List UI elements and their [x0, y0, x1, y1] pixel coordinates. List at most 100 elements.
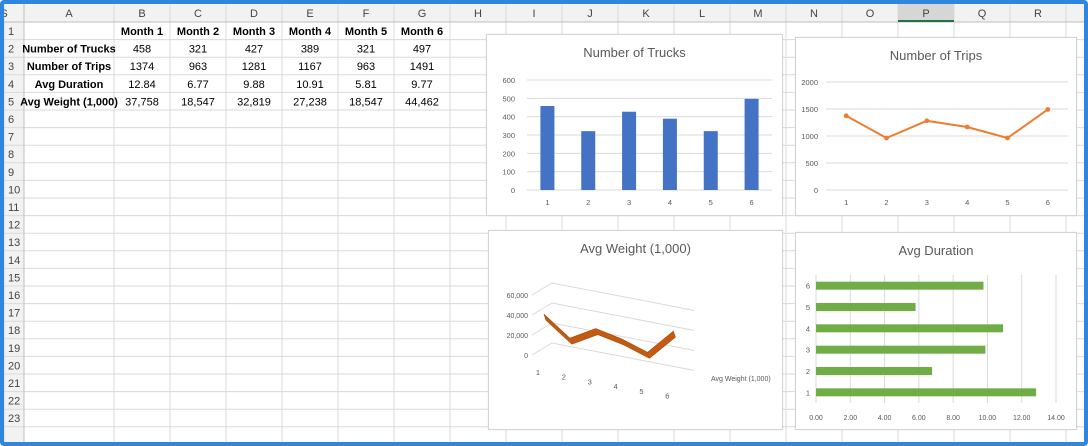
- row-header-1[interactable]: 1: [8, 26, 14, 38]
- row-header-17[interactable]: 17: [8, 308, 20, 320]
- cell-month-header[interactable]: Month 4: [289, 26, 332, 38]
- row-header-3[interactable]: 3: [8, 61, 14, 73]
- bar[interactable]: [744, 98, 759, 190]
- column-header-D[interactable]: D: [250, 8, 258, 20]
- row-header-9[interactable]: 9: [8, 167, 14, 179]
- row-header-5[interactable]: 5: [8, 96, 14, 108]
- column-header-B[interactable]: B: [138, 8, 145, 20]
- column-header-P[interactable]: P: [922, 8, 929, 20]
- chart-avg-duration[interactable]: Avg Duration 0.00 2.00 4.00 6.00 8.00 10.00 12…: [795, 232, 1077, 430]
- cell-value[interactable]: 6.77: [187, 79, 208, 91]
- cell-month-header[interactable]: Month 2: [177, 26, 219, 38]
- data-point[interactable]: [884, 135, 889, 141]
- column-header-C[interactable]: C: [194, 8, 202, 20]
- row-header-22[interactable]: 22: [8, 396, 20, 408]
- cell-value[interactable]: 458: [133, 44, 151, 56]
- cell-value[interactable]: 18,547: [181, 96, 215, 108]
- column-header-O[interactable]: O: [866, 8, 875, 20]
- bar[interactable]: [816, 367, 933, 375]
- row-header-16[interactable]: 16: [8, 290, 20, 302]
- column-header-G[interactable]: G: [418, 8, 427, 20]
- column-header-Q[interactable]: Q: [978, 8, 987, 20]
- cell-value[interactable]: 27,238: [293, 96, 327, 108]
- cell-value[interactable]: 9.77: [411, 79, 432, 91]
- column-header-H[interactable]: H: [474, 8, 482, 20]
- row-header-14[interactable]: 14: [8, 255, 20, 267]
- column-header-M[interactable]: M: [753, 8, 762, 20]
- row-header-11[interactable]: 11: [8, 202, 19, 214]
- cell-month-header[interactable]: Month 6: [401, 26, 443, 38]
- cell-value[interactable]: 5.81: [355, 79, 376, 91]
- row-header-4[interactable]: 4: [8, 79, 14, 91]
- column-header-A[interactable]: A: [65, 8, 73, 20]
- series-ribbon[interactable]: [543, 314, 676, 359]
- bar[interactable]: [816, 324, 1004, 333]
- cell-value[interactable]: 1374: [130, 61, 154, 73]
- cell-month-header[interactable]: Month 1: [121, 26, 163, 38]
- bar[interactable]: [622, 111, 637, 190]
- column-header-E[interactable]: E: [306, 8, 313, 20]
- column-header-N[interactable]: N: [810, 8, 818, 20]
- column-header-F[interactable]: F: [363, 8, 370, 20]
- cell-value[interactable]: 9.88: [243, 79, 264, 91]
- bar[interactable]: [703, 131, 718, 190]
- bar[interactable]: [816, 388, 1037, 397]
- bar[interactable]: [581, 131, 596, 190]
- column-header-S[interactable]: S: [4, 8, 8, 20]
- cell-value[interactable]: 1281: [242, 61, 266, 73]
- cell-value[interactable]: 18,547: [349, 96, 383, 108]
- cell-value[interactable]: 1491: [410, 61, 434, 73]
- row-header-15[interactable]: 15: [8, 272, 20, 284]
- bar[interactable]: [816, 281, 984, 290]
- cell-value[interactable]: 963: [357, 61, 375, 73]
- data-point[interactable]: [1005, 135, 1010, 141]
- bar[interactable]: [662, 118, 677, 190]
- row-header-20[interactable]: 20: [8, 360, 20, 372]
- cell-value[interactable]: 321: [189, 44, 207, 56]
- cell-row-label[interactable]: Number of Trips: [27, 61, 111, 73]
- cell-value[interactable]: 32,819: [237, 96, 271, 108]
- cell-row-label[interactable]: Number of Trucks: [22, 44, 116, 56]
- bar[interactable]: [816, 303, 916, 311]
- bar[interactable]: [540, 106, 555, 190]
- cell-month-header[interactable]: Month 5: [345, 26, 387, 38]
- cell-value[interactable]: 1167: [298, 61, 322, 73]
- column-header-L[interactable]: L: [699, 8, 705, 20]
- data-point[interactable]: [843, 113, 849, 119]
- row-header-8[interactable]: 8: [8, 149, 14, 161]
- cell-row-label[interactable]: Avg Duration: [35, 79, 104, 91]
- cell-value[interactable]: 963: [189, 61, 207, 73]
- row-header-6[interactable]: 6: [8, 114, 14, 126]
- row-header-12[interactable]: 12: [8, 220, 20, 232]
- cell-value[interactable]: 44,462: [405, 96, 439, 108]
- row-header-2[interactable]: 2: [8, 44, 14, 56]
- column-header-J[interactable]: J: [587, 8, 593, 20]
- bar[interactable]: [816, 345, 986, 354]
- cell-value[interactable]: 321: [357, 44, 375, 56]
- data-point[interactable]: [964, 124, 970, 130]
- data-point[interactable]: [1045, 107, 1051, 112]
- chart-avg-weight[interactable]: Avg Weight (1,000) 0 20,000 40,000 60,000 1 2…: [488, 230, 783, 430]
- cell-row-label[interactable]: Avg Weight (1,000): [20, 96, 118, 108]
- row-header-23[interactable]: 23: [8, 413, 20, 425]
- cell-value[interactable]: 497: [413, 44, 431, 56]
- series-line[interactable]: [845, 108, 1049, 140]
- chart-number-of-trips[interactable]: Number of Trips 0 500 1000 1500 2000 1 2 3 4 5 6: [795, 37, 1077, 216]
- row-header-18[interactable]: 18: [8, 325, 20, 337]
- chart-number-of-trucks[interactable]: Number of Trucks 0 100 200 300 400 500 600 1 2 3 4…: [486, 34, 783, 216]
- row-header-13[interactable]: 13: [8, 237, 20, 249]
- column-header-R[interactable]: R: [1034, 8, 1042, 20]
- row-header-10[interactable]: 10: [8, 184, 20, 196]
- data-point[interactable]: [924, 118, 930, 124]
- cell-value[interactable]: 427: [245, 44, 263, 56]
- column-header-K[interactable]: K: [642, 8, 650, 20]
- row-header-7[interactable]: 7: [8, 132, 14, 144]
- row-header-21[interactable]: 21: [8, 378, 20, 390]
- cell-value[interactable]: 10.91: [296, 79, 324, 91]
- column-header-I[interactable]: I: [532, 8, 535, 20]
- row-header-19[interactable]: 19: [8, 343, 20, 355]
- cell-value[interactable]: 37,758: [125, 96, 159, 108]
- cell-value[interactable]: 12.84: [128, 79, 156, 91]
- cell-value[interactable]: 389: [301, 44, 319, 56]
- cell-month-header[interactable]: Month 3: [233, 26, 275, 38]
